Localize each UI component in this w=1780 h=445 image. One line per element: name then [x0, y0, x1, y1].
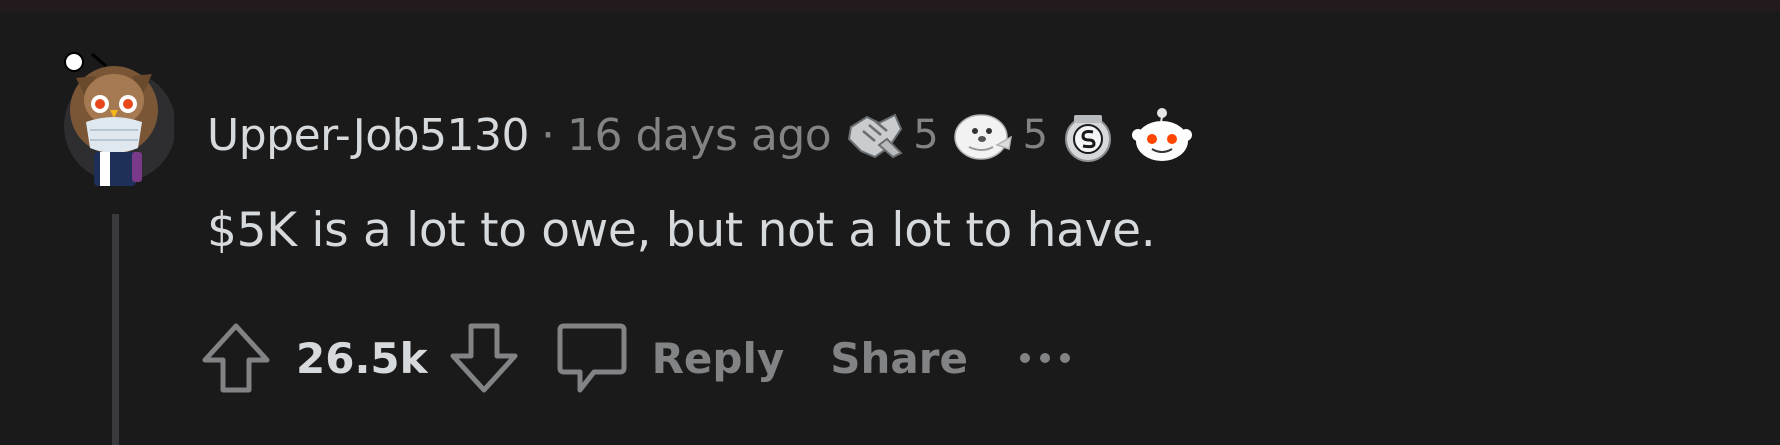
meta-separator: · — [541, 109, 556, 161]
top-edge-bar — [0, 0, 1780, 12]
username-link[interactable]: Upper-Job5130 — [207, 110, 530, 161]
award-snoo[interactable] — [1128, 105, 1194, 165]
award-count: 5 — [913, 112, 939, 158]
handshake-award-icon — [848, 113, 903, 159]
upvote-arrow-icon — [202, 323, 270, 393]
comment-bubble-icon — [557, 323, 627, 393]
award-silver[interactable] — [1062, 107, 1114, 163]
downvote-button[interactable] — [448, 318, 520, 398]
timestamp-link[interactable]: 16 days ago — [567, 110, 832, 161]
award-count: 5 — [1022, 112, 1049, 158]
downvote-arrow-icon — [450, 323, 518, 393]
vote-score: 26.5k — [296, 333, 428, 383]
snoo-award-icon — [1132, 108, 1193, 161]
award-wholesome-seal[interactable]: 5 — [953, 107, 1048, 163]
thread-line[interactable] — [112, 214, 119, 445]
silver-award-icon — [1065, 115, 1112, 162]
comment-body: $5K is a lot to owe, but not a lot to ha… — [207, 203, 1156, 258]
more-dot — [1059, 353, 1070, 363]
upvote-button[interactable] — [200, 318, 272, 398]
more-dot — [1019, 353, 1030, 363]
wholesome-seal-award-icon — [953, 114, 1012, 160]
comment-action-bar: 26.5k Reply Share — [200, 318, 1070, 398]
more-options-button[interactable] — [1019, 338, 1070, 378]
comment-meta: Upper-Job5130 · 16 days ago 5 5 — [207, 100, 1194, 170]
user-avatar[interactable] — [62, 48, 176, 188]
share-button[interactable]: Share — [830, 334, 968, 383]
award-handshake[interactable]: 5 — [845, 107, 939, 163]
reply-label: Reply — [651, 333, 785, 383]
more-dot — [1039, 353, 1050, 363]
reply-button[interactable]: Reply — [556, 320, 785, 396]
owl-avatar-icon — [64, 52, 176, 186]
